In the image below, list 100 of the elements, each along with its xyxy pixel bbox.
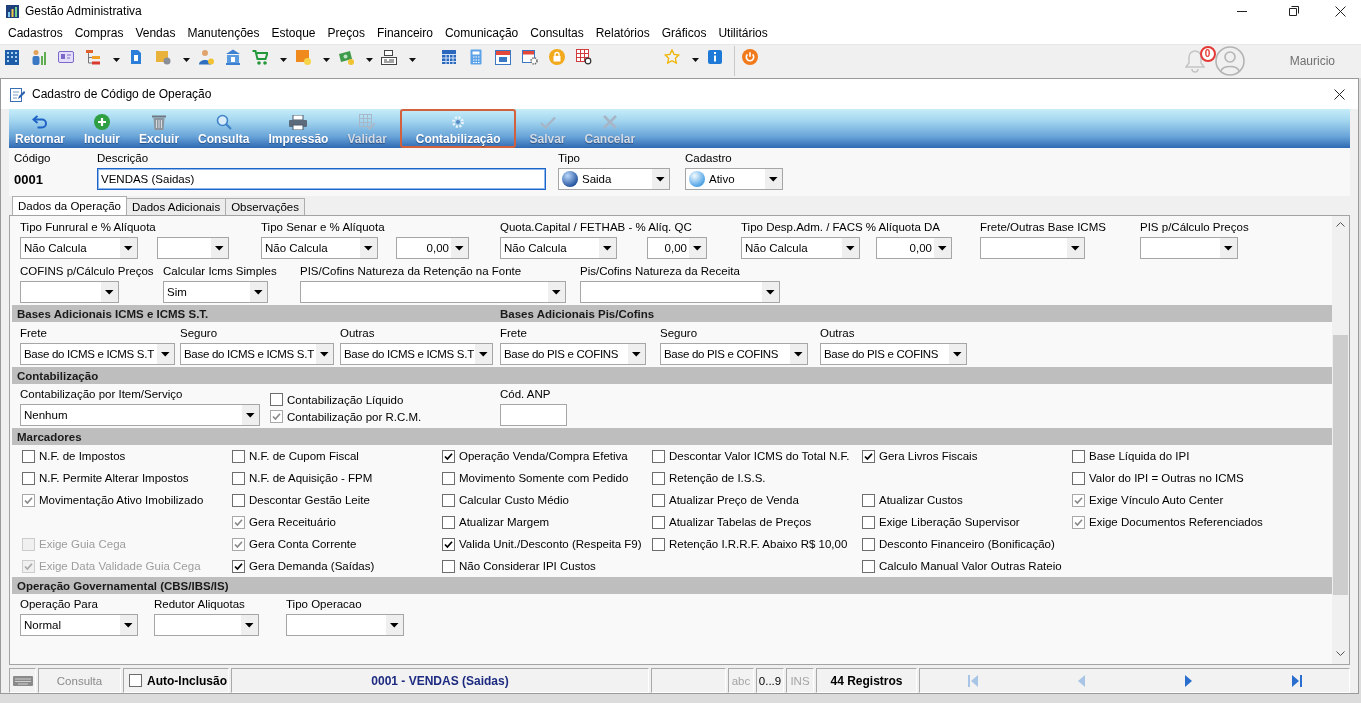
checkbox[interactable] bbox=[1072, 449, 1085, 463]
checkbox[interactable] bbox=[1072, 515, 1085, 529]
checkbox[interactable] bbox=[862, 449, 875, 463]
checkbox[interactable] bbox=[652, 493, 665, 507]
dropdown[interactable]: Base do PIS e COFINS bbox=[660, 343, 808, 365]
checkbox[interactable] bbox=[862, 493, 875, 507]
menu-item[interactable]: Gráficos bbox=[655, 23, 713, 43]
checkbox[interactable] bbox=[862, 515, 875, 529]
checkbox[interactable] bbox=[442, 471, 455, 485]
menu-item[interactable]: Relatórios bbox=[589, 23, 656, 43]
last-icon[interactable] bbox=[1291, 674, 1302, 687]
package-icon[interactable] bbox=[155, 49, 171, 65]
caret-icon[interactable] bbox=[183, 58, 190, 62]
checkbox[interactable] bbox=[232, 559, 245, 573]
menu-item[interactable]: Vendas bbox=[129, 23, 182, 43]
cash-register-icon[interactable] bbox=[381, 49, 397, 65]
keyboard-button[interactable] bbox=[9, 668, 36, 693]
chevron-up-icon[interactable] bbox=[1336, 222, 1345, 227]
scrollbar-thumb[interactable] bbox=[1333, 335, 1348, 595]
menu-item[interactable]: Consultas bbox=[524, 23, 590, 43]
dropdown[interactable]: Base do PIS e COFINS bbox=[500, 343, 646, 365]
dropdown[interactable]: Base do ICMS e ICMS S.T bbox=[20, 343, 175, 365]
checkbox[interactable] bbox=[442, 559, 455, 573]
next-icon[interactable] bbox=[1184, 674, 1192, 687]
menu-item[interactable]: Financeiro bbox=[370, 23, 439, 43]
calculator-icon[interactable] bbox=[468, 49, 484, 65]
dropdown[interactable]: Não Calcula bbox=[20, 237, 138, 259]
menu-item[interactable]: Comunicação bbox=[438, 23, 525, 43]
people-chart-icon[interactable] bbox=[31, 49, 47, 65]
checkbox[interactable] bbox=[22, 449, 35, 463]
checkbox[interactable] bbox=[652, 515, 665, 529]
person-coin-icon[interactable] bbox=[198, 49, 214, 65]
checkbox[interactable] bbox=[652, 471, 665, 485]
dropdown[interactable]: Saida bbox=[558, 168, 670, 190]
menu-item[interactable]: Estoque bbox=[265, 23, 322, 43]
menu-item[interactable]: Preços bbox=[321, 23, 371, 43]
dropdown[interactable]: 0,00 bbox=[647, 237, 707, 259]
menu-item[interactable]: Manutenções bbox=[181, 23, 266, 43]
dropdown[interactable]: Ativo bbox=[685, 168, 783, 190]
dropdown[interactable]: 0,00 bbox=[876, 237, 952, 259]
calendar-icon[interactable] bbox=[495, 49, 511, 65]
caret-icon[interactable] bbox=[113, 58, 120, 62]
dropdown[interactable]: Normal bbox=[20, 614, 138, 636]
caret-icon[interactable] bbox=[692, 58, 699, 62]
dropdown[interactable]: Base do ICMS e ICMS S.T bbox=[340, 343, 493, 365]
checkbox[interactable] bbox=[232, 471, 245, 485]
checkbox[interactable] bbox=[862, 537, 875, 551]
checkbox[interactable] bbox=[22, 493, 35, 507]
id-card-icon[interactable] bbox=[58, 49, 74, 65]
checkbox[interactable] bbox=[442, 515, 455, 529]
close-icon[interactable] bbox=[1334, 88, 1345, 100]
power-icon[interactable] bbox=[742, 49, 758, 65]
checkbox[interactable] bbox=[1072, 493, 1085, 507]
close-icon[interactable] bbox=[1335, 5, 1346, 17]
tab[interactable]: Observações bbox=[225, 198, 305, 215]
bank-icon[interactable] bbox=[225, 49, 241, 65]
dropdown[interactable]: Não Calcula bbox=[500, 237, 617, 259]
tab[interactable]: Dados Adicionais bbox=[125, 198, 227, 215]
hierarchy-icon[interactable] bbox=[85, 49, 101, 65]
menu-item[interactable]: Cadastros bbox=[2, 23, 69, 43]
checkbox[interactable] bbox=[442, 493, 455, 507]
checkbox[interactable] bbox=[129, 674, 142, 687]
caret-icon[interactable] bbox=[323, 58, 330, 62]
checkbox[interactable] bbox=[232, 493, 245, 507]
money-icon[interactable] bbox=[338, 49, 354, 65]
minimize-icon[interactable] bbox=[1237, 10, 1247, 12]
checkbox[interactable] bbox=[22, 471, 35, 485]
chevron-down-icon[interactable] bbox=[1336, 651, 1345, 656]
dropdown[interactable]: Não Calcula bbox=[741, 237, 860, 259]
bell-icon[interactable] bbox=[1184, 49, 1205, 73]
document-icon[interactable] bbox=[128, 49, 144, 65]
checkbox[interactable] bbox=[232, 515, 245, 529]
dropdown[interactable]: Sim bbox=[163, 281, 268, 303]
checkbox[interactable] bbox=[862, 559, 875, 573]
input-field[interactable] bbox=[500, 404, 567, 426]
dropdown[interactable]: Base do PIS e COFINS bbox=[820, 343, 967, 365]
info-icon[interactable] bbox=[707, 49, 723, 65]
star-icon[interactable] bbox=[664, 49, 680, 65]
menu-item[interactable]: Utilitários bbox=[712, 23, 774, 43]
checkbox[interactable] bbox=[270, 393, 283, 406]
checkbox[interactable] bbox=[652, 537, 665, 551]
text-input[interactable]: VENDAS (Saidas) bbox=[97, 168, 546, 190]
table-search-icon[interactable] bbox=[576, 49, 592, 65]
building-icon[interactable] bbox=[4, 49, 20, 65]
checkbox[interactable] bbox=[232, 537, 245, 551]
checkbox[interactable] bbox=[442, 537, 455, 551]
caret-icon[interactable] bbox=[366, 58, 373, 62]
dropdown[interactable]: Não Calcula bbox=[261, 237, 378, 259]
checkbox[interactable] bbox=[442, 449, 455, 463]
checkbox[interactable] bbox=[232, 449, 245, 463]
dropdown[interactable]: Base do ICMS e ICMS S.T bbox=[180, 343, 334, 365]
cart-icon[interactable] bbox=[252, 49, 268, 65]
scrollbar[interactable] bbox=[1332, 216, 1349, 664]
calendar-gear-icon[interactable] bbox=[522, 49, 538, 65]
calendar-grid-icon[interactable] bbox=[441, 49, 457, 65]
dropdown[interactable]: 0,00 bbox=[396, 237, 469, 259]
checkbox[interactable] bbox=[652, 449, 665, 463]
menu-item[interactable]: Compras bbox=[68, 23, 130, 43]
checkbox[interactable] bbox=[270, 410, 283, 423]
tab[interactable]: Dados da Operação bbox=[12, 196, 127, 215]
